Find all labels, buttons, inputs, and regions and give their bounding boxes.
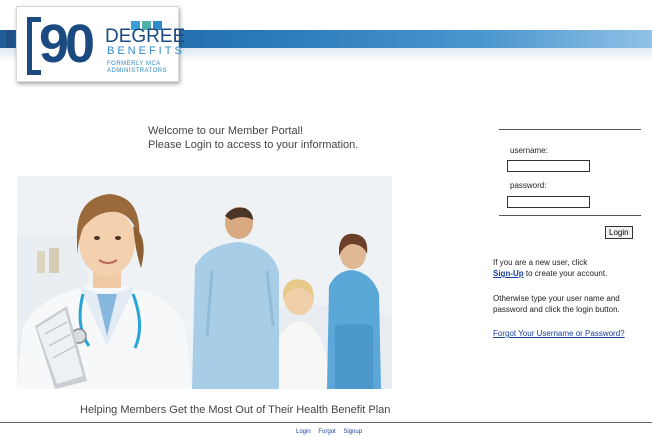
- welcome-message: Welcome to our Member Portal! Please Log…: [148, 124, 358, 152]
- logo-number: 90: [39, 14, 95, 74]
- username-label: username:: [510, 146, 548, 155]
- login-bottom-divider: [499, 215, 641, 216]
- logo-word-degree: DEGREE: [105, 26, 186, 47]
- signup-link[interactable]: Sign-Up: [493, 269, 524, 278]
- hero-photo: [17, 176, 392, 389]
- instructions-line-1: Otherwise type your user name and: [493, 294, 620, 303]
- logo-tagline-2: ADMINISTRATORS: [107, 68, 168, 74]
- footer-signup-link[interactable]: Signup: [343, 429, 362, 435]
- password-input[interactable]: [507, 196, 590, 208]
- welcome-line-1: Welcome to our Member Portal!: [148, 125, 304, 137]
- login-button[interactable]: Login: [605, 226, 633, 239]
- instructions-line-2: password and click the login button.: [493, 305, 620, 314]
- footer-forgot-link[interactable]: Forgot: [318, 429, 335, 435]
- footer-nav: Login Forgot Signup: [296, 429, 368, 435]
- login-instructions: Otherwise type your user name and passwo…: [493, 293, 620, 315]
- new-user-info: If you are a new user, click Sign-Up to …: [493, 257, 607, 279]
- company-logo[interactable]: 90 DEGREE BENEFITS FORMERLY MCA ADMINIST…: [16, 6, 185, 82]
- forgot-credentials-link[interactable]: Forgot Your Username or Password?: [493, 329, 625, 338]
- new-user-suffix: to create your account.: [525, 269, 608, 278]
- password-label: password:: [510, 181, 547, 190]
- logo-squares: [131, 17, 164, 30]
- logo-tagline-1: FORMERLY MCA: [107, 61, 161, 67]
- footer-divider: [0, 422, 652, 423]
- hero-illustration: [17, 176, 392, 389]
- new-user-prefix: If you are a new user, click: [493, 258, 588, 267]
- logo-word-benefits: BENEFITS: [107, 45, 185, 57]
- hero-tagline: Helping Members Get the Most Out of Thei…: [80, 404, 391, 416]
- username-input[interactable]: [507, 160, 590, 172]
- login-top-divider: [499, 129, 641, 130]
- welcome-line-2: Please Login to access to your informati…: [148, 139, 359, 151]
- footer-login-link[interactable]: Login: [296, 429, 311, 435]
- new-user-line: Sign-Up to create your account.: [493, 268, 607, 279]
- header-accent: [6, 30, 14, 48]
